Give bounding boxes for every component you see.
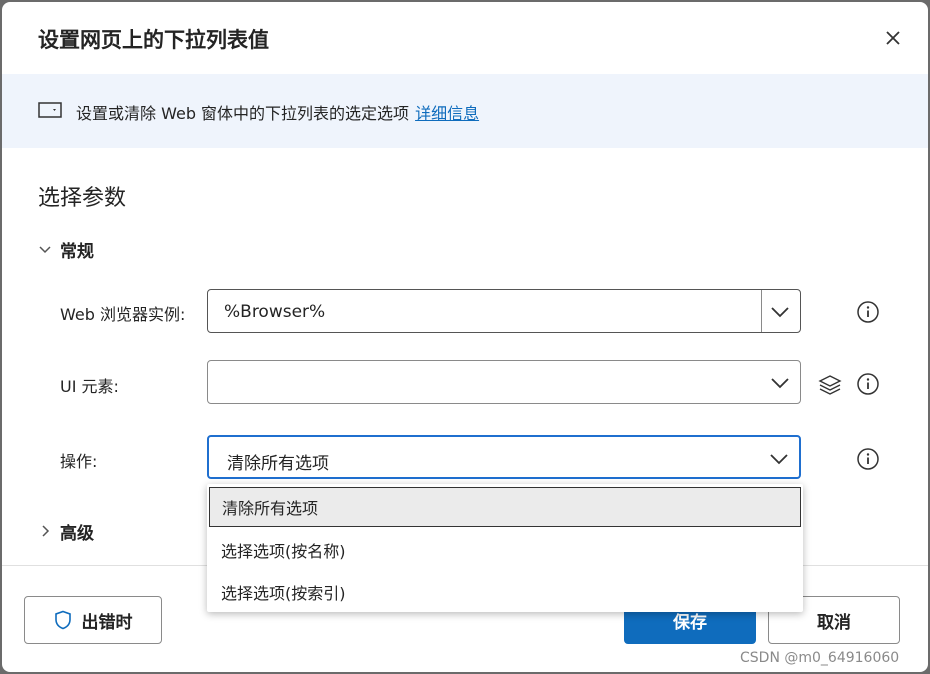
description-text: 设置或清除 Web 窗体中的下拉列表的选定选项 详细信息 (76, 100, 479, 124)
browser-instance-value: %Browser% (224, 302, 326, 322)
info-icon[interactable] (856, 447, 880, 471)
shield-icon (54, 610, 71, 630)
chevron-down-icon (39, 246, 51, 254)
more-info-link[interactable]: 详细信息 (415, 104, 479, 123)
ui-element-field[interactable] (207, 360, 801, 404)
chevron-right-icon (42, 525, 50, 537)
group-general-label: 常规 (60, 241, 94, 262)
operation-dropdown-list: 清除所有选项 选择选项(按名称) 选择选项(按索引) (207, 484, 803, 612)
operation-value: 清除所有选项 (227, 454, 329, 474)
section-title: 选择参数 (38, 186, 127, 211)
dropdown-option[interactable]: 选择选项(按名称) (209, 530, 801, 570)
chevron-down-icon[interactable] (769, 451, 789, 470)
chevron-down-icon[interactable] (770, 375, 790, 394)
chevron-down-icon[interactable] (770, 304, 790, 323)
close-icon[interactable] (881, 26, 905, 50)
on-error-label: 出错时 (81, 612, 133, 633)
dialog-title: 设置网页上的下拉列表值 (38, 28, 269, 52)
ui-element-label: UI 元素: (60, 377, 119, 396)
dropdown-option[interactable]: 选择选项(按索引) (209, 572, 801, 612)
description-content: 设置或清除 Web 窗体中的下拉列表的选定选项 (76, 104, 410, 123)
group-general-header[interactable]: 常规 (38, 237, 94, 262)
operation-select[interactable]: 清除所有选项 (207, 435, 801, 479)
info-icon[interactable] (856, 372, 880, 396)
operation-label: 操作: (60, 452, 98, 471)
group-advanced-header[interactable]: 高级 (38, 519, 94, 544)
on-error-button[interactable]: 出错时 (24, 596, 162, 644)
group-advanced-label: 高级 (60, 523, 94, 544)
field-separator (761, 290, 762, 332)
dropdown-list-icon (38, 102, 62, 122)
browser-instance-label: Web 浏览器实例: (60, 305, 186, 324)
description-banner: 设置或清除 Web 窗体中的下拉列表的选定选项 详细信息 (2, 74, 928, 148)
info-icon[interactable] (856, 300, 880, 324)
dialog: 设置网页上的下拉列表值 设置或清除 Web 窗体中的下拉列表的选定选项 详细信息 … (2, 2, 928, 672)
watermark: CSDN @m0_64916060 (740, 650, 900, 666)
dropdown-option[interactable]: 清除所有选项 (209, 487, 801, 527)
layers-icon[interactable] (817, 373, 843, 397)
browser-instance-field[interactable]: %Browser% (207, 289, 801, 333)
